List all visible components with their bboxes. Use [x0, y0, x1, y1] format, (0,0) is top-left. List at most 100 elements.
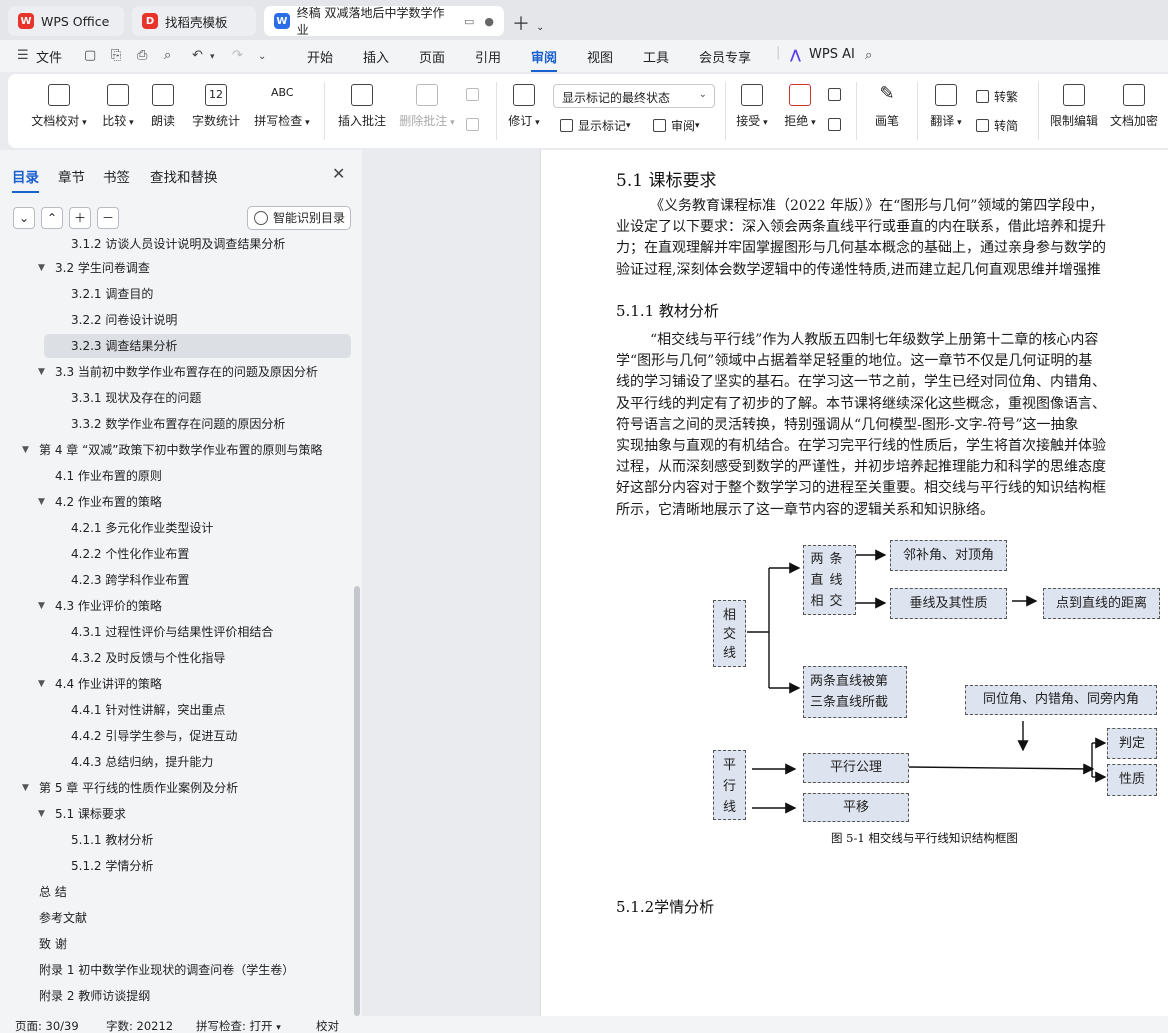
chevron-down-icon[interactable]: ⌄: [536, 22, 544, 33]
menu-wps-ai[interactable]: WPS AI: [809, 47, 855, 62]
revise-button[interactable]: 修订 ▾: [506, 84, 542, 129]
document-page[interactable]: 5.1 课标要求 《义务教育课程标准（2022 年版）》在“图形与几何”领域的第…: [540, 150, 1168, 1016]
search-icon[interactable]: ⌕: [865, 48, 872, 63]
toc-item[interactable]: 4.4.1 针对性讲解，突出重点: [0, 698, 354, 722]
tab-current-document[interactable]: W 终稿 双减落地后中学数学作业 ▭ ●: [264, 6, 504, 37]
previous-comment-button[interactable]: [466, 88, 484, 101]
menu-reference[interactable]: 引用: [475, 47, 501, 66]
spell-check-indicator[interactable]: 拼写检查: 打开 ▾: [196, 1018, 281, 1033]
print-icon[interactable]: ⎙: [137, 48, 147, 63]
spell-check-button[interactable]: ABC 拼写检查 ▾: [251, 84, 313, 129]
expand-arrow-icon[interactable]: ▼: [22, 438, 36, 462]
collapse-all-button[interactable]: ⌄: [13, 207, 35, 229]
new-tab-button[interactable]: ＋ ⌄: [512, 10, 544, 36]
close-dot-icon[interactable]: ●: [484, 15, 494, 28]
expand-arrow-icon[interactable]: ▼: [38, 256, 52, 280]
previous-change-button[interactable]: [828, 88, 846, 101]
nav-tab-bookmarks[interactable]: 书签: [103, 166, 130, 186]
toc-item[interactable]: 4.2.3 跨学科作业布置: [0, 568, 354, 592]
restrict-edit-button[interactable]: 限制编辑: [1048, 84, 1100, 129]
print-preview-icon[interactable]: ⌕: [164, 48, 171, 63]
monitor-icon[interactable]: ▭: [464, 15, 474, 28]
nav-tab-chapters[interactable]: 章节: [58, 166, 85, 186]
save-icon[interactable]: ▢: [84, 48, 96, 63]
menu-page[interactable]: 页面: [419, 47, 445, 66]
toc-item[interactable]: 4.2.2 个性化作业布置: [0, 542, 354, 566]
toc-item[interactable]: 4.1 作业布置的原则: [0, 464, 354, 488]
menu-member[interactable]: 会员专享: [699, 47, 751, 66]
toc-item[interactable]: ▼ 4.3 作业评价的策略: [0, 594, 354, 618]
page-indicator[interactable]: 页面: 30/39: [15, 1018, 79, 1033]
smart-toc-button[interactable]: 智能识别目录: [247, 206, 351, 230]
to-simplified-button[interactable]: 转简: [976, 117, 1018, 134]
translate-button[interactable]: 翻译 ▾: [926, 84, 966, 129]
read-aloud-button[interactable]: 朗读: [148, 84, 178, 129]
toc-item[interactable]: ▼ 第 5 章 平行线的性质作业案例及分析: [0, 776, 354, 800]
accept-button[interactable]: 接受 ▾: [734, 84, 770, 129]
expand-up-button[interactable]: ⌃: [41, 207, 63, 229]
expand-arrow-icon[interactable]: ▼: [38, 490, 52, 514]
remove-heading-button[interactable]: －: [97, 207, 119, 229]
expand-arrow-icon[interactable]: ▼: [22, 776, 36, 800]
expand-arrow-icon[interactable]: ▼: [38, 802, 52, 826]
toc-item[interactable]: ▼ 第 4 章 “双减”政策下初中数学作业布置的原则与策略: [0, 438, 354, 462]
menu-view[interactable]: 视图: [587, 47, 613, 66]
toc-item[interactable]: 3.2.1 调查目的: [0, 282, 354, 306]
menu-home[interactable]: 开始: [307, 47, 333, 66]
toc-item[interactable]: 4.3.2 及时反馈与个性化指导: [0, 646, 354, 670]
word-count-indicator[interactable]: 字数: 20212: [106, 1018, 173, 1033]
delete-comment-button[interactable]: 删除批注 ▾: [396, 84, 458, 129]
tab-wps-office[interactable]: W WPS Office: [8, 6, 124, 36]
proof-indicator[interactable]: 校对: [316, 1018, 339, 1033]
to-traditional-button[interactable]: 转繁: [976, 88, 1018, 105]
expand-arrow-icon[interactable]: ▼: [38, 672, 52, 696]
toc-item[interactable]: 总 结: [0, 880, 354, 904]
toc-item[interactable]: 5.1.2 学情分析: [0, 854, 354, 878]
menu-review[interactable]: 审阅: [531, 47, 558, 72]
toc-item[interactable]: 4.4.2 引导学生参与，促进互动: [0, 724, 354, 748]
toc-item[interactable]: 3.3.2 数学作业布置存在问题的原因分析: [0, 412, 354, 436]
menu-file[interactable]: 文件: [36, 47, 62, 66]
nav-tab-find-replace[interactable]: 查找和替换: [150, 166, 218, 186]
expand-arrow-icon[interactable]: ▼: [38, 360, 52, 384]
menu-insert[interactable]: 插入: [363, 47, 389, 66]
more-chevron-icon[interactable]: ⌄: [258, 51, 266, 62]
toc-item[interactable]: 4.2.1 多元化作业类型设计: [0, 516, 354, 540]
toc-item[interactable]: ▼ 3.3 当前初中数学作业布置存在的问题及原因分析: [0, 360, 354, 384]
toc-item[interactable]: 5.1.1 教材分析: [0, 828, 354, 852]
undo-dropdown-icon[interactable]: ▾: [210, 52, 215, 62]
add-heading-button[interactable]: ＋: [69, 207, 91, 229]
toc-item[interactable]: ▼ 3.2 学生问卷调查: [0, 256, 354, 280]
toc-item[interactable]: 3.2.3 调查结果分析: [44, 334, 351, 358]
wps-ai-icon[interactable]: ⋀: [790, 48, 801, 63]
menu-tools[interactable]: 工具: [643, 47, 669, 66]
pen-button[interactable]: ✎ 画笔: [872, 84, 902, 129]
expand-arrow-icon[interactable]: ▼: [38, 594, 52, 618]
word-count-button[interactable]: 12 字数统计: [190, 84, 242, 129]
toc-scrollbar[interactable]: [354, 586, 360, 1016]
encrypt-button[interactable]: 文档加密: [1108, 84, 1160, 129]
compare-button[interactable]: 比较 ▾: [98, 84, 138, 129]
toc-item[interactable]: 参考文献: [0, 906, 354, 930]
proofread-button[interactable]: 文档校对 ▾: [28, 84, 90, 129]
toc-item[interactable]: 附录 2 教师访谈提纲: [0, 984, 354, 1008]
reject-button[interactable]: 拒绝 ▾: [782, 84, 818, 129]
redo-icon[interactable]: ↷: [232, 48, 243, 63]
show-markup-button[interactable]: 显示标记 ▾: [560, 117, 631, 134]
toc-item[interactable]: ▼ 4.4 作业讲评的策略: [0, 672, 354, 696]
toc-item[interactable]: 附录 1 初中数学作业现状的调查问卷（学生卷）: [0, 958, 354, 982]
tab-docer-templates[interactable]: D 找稻壳模板: [132, 6, 256, 36]
next-change-button[interactable]: [828, 118, 846, 131]
toc-item[interactable]: ▼ 5.1 课标要求: [0, 802, 354, 826]
nav-tab-toc[interactable]: 目录: [12, 166, 39, 193]
toc-item[interactable]: 4.3.1 过程性评价与结果性评价相结合: [0, 620, 354, 644]
undo-icon[interactable]: ↶: [192, 48, 203, 63]
next-comment-button[interactable]: [466, 118, 484, 131]
toc-item[interactable]: 4.4.3 总结归纳，提升能力: [0, 750, 354, 774]
insert-comment-button[interactable]: 插入批注: [336, 84, 388, 129]
toc-item[interactable]: 致 谢: [0, 932, 354, 956]
export-icon[interactable]: ⎘: [111, 48, 121, 63]
toc-item[interactable]: 3.2.2 问卷设计说明: [0, 308, 354, 332]
toc-item[interactable]: 3.1.2 访谈人员设计说明及调查结果分析: [0, 238, 354, 256]
toc-item[interactable]: 3.3.1 现状及存在的问题: [0, 386, 354, 410]
